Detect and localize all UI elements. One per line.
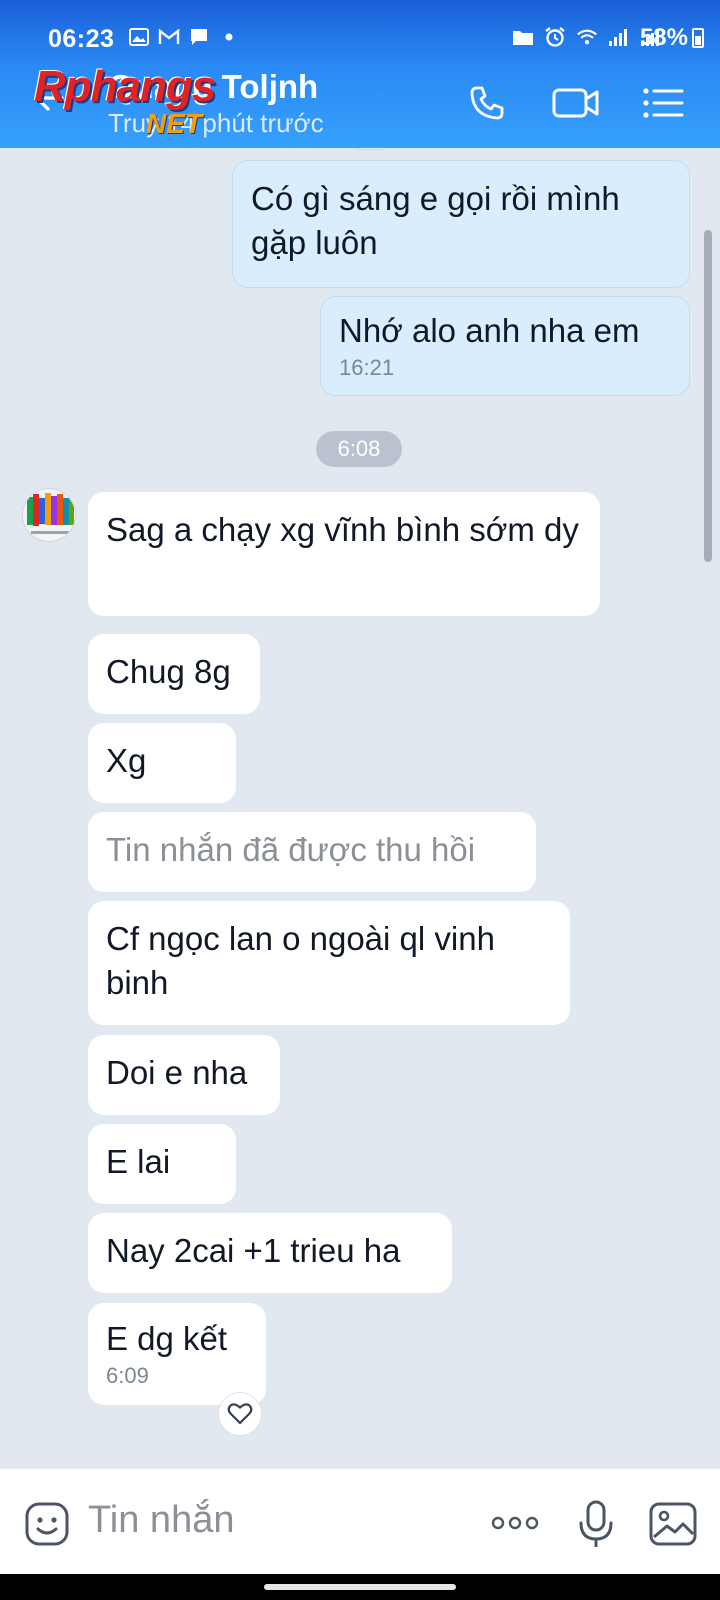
status-bar: 06:23 58%: [0, 0, 720, 58]
received-message[interactable]: E dg kết 6:09: [88, 1303, 266, 1405]
message-text: Có gì sáng e gọi rồi mình gặp luôn: [251, 180, 620, 261]
phone-icon[interactable]: [464, 80, 510, 126]
received-message[interactable]: E lai: [88, 1124, 236, 1204]
sent-message[interactable]: Có gì sáng e gọi rồi mình gặp luôn: [232, 160, 690, 288]
message-text: E dg kết: [106, 1320, 228, 1357]
video-camera-icon[interactable]: [550, 80, 602, 126]
microphone-icon[interactable]: [576, 1499, 616, 1549]
message-text: Chug 8g: [106, 653, 231, 690]
app-bar: Quang Toljnh Truy 14 phút trước Rphangs …: [0, 58, 720, 148]
watermark-logo-text: Rphangs: [34, 62, 216, 111]
received-message[interactable]: Nay 2cai +1 trieu ha: [88, 1213, 452, 1293]
message-text: Nay 2cai +1 trieu ha: [106, 1232, 401, 1269]
chat-header: 06:23 58% Quang Toljnh Truy 14 phút trướ…: [0, 0, 720, 148]
message-bubble-partial: [350, 148, 390, 150]
message-input-bar: Tin nhắn: [0, 1468, 720, 1574]
emoji-icon[interactable]: [24, 1501, 70, 1547]
home-handle[interactable]: [264, 1584, 456, 1590]
received-message[interactable]: Sag a chạy xg vĩnh bình sớm dy: [88, 492, 600, 616]
message-text: Xg: [106, 742, 147, 779]
avatar[interactable]: [22, 488, 76, 542]
received-message[interactable]: Cf ngọc lan o ngoài ql vinh binh: [88, 901, 570, 1025]
message-text: Nhớ alo anh nha em: [339, 312, 640, 349]
system-navigation-bar: [0, 1574, 720, 1600]
message-input[interactable]: Tin nhắn: [88, 1499, 234, 1542]
wifi-icon: [576, 26, 598, 48]
message-text: E lai: [106, 1143, 171, 1180]
alarm-icon: [544, 26, 566, 48]
received-message[interactable]: Xg: [88, 723, 236, 803]
received-message[interactable]: Doi e nha: [88, 1035, 280, 1115]
message-text: Cf ngọc lan o ngoài ql vinh binh: [106, 920, 495, 1001]
scrollbar[interactable]: [704, 230, 712, 562]
time-divider: 6:08: [316, 431, 402, 467]
heart-icon[interactable]: [218, 1392, 262, 1436]
gallery-notification-icon: [128, 26, 150, 48]
battery-icon: [692, 28, 704, 48]
message-list[interactable]: Có gì sáng e gọi rồi mình gặp luôn Nhớ a…: [0, 148, 720, 1468]
list-menu-icon[interactable]: [640, 80, 686, 126]
dot-icon: [218, 26, 240, 48]
battery-indicator: 58%: [640, 24, 704, 52]
image-icon[interactable]: [648, 1501, 698, 1547]
recalled-message[interactable]: Tin nhắn đã được thu hồi: [88, 812, 536, 892]
message-text: Tin nhắn đã được thu hồi: [106, 831, 476, 868]
status-time: 06:23: [48, 25, 115, 53]
watermark-logo: Rphangs NET: [34, 62, 264, 142]
message-text: Sag a chạy xg vĩnh bình sớm dy: [106, 511, 579, 548]
gmail-notification-icon: [158, 26, 180, 48]
sent-message[interactable]: Nhớ alo anh nha em 16:21: [320, 296, 690, 396]
more-dots-icon[interactable]: [490, 1513, 540, 1533]
message-text: Doi e nha: [106, 1054, 248, 1091]
notification-icons: [128, 26, 240, 48]
message-time: 6:09: [106, 1363, 149, 1388]
battery-level: 58%: [639, 24, 688, 51]
folder-icon: [512, 26, 534, 48]
signal-icon: [608, 26, 630, 48]
watermark-logo-net: NET: [146, 108, 202, 139]
received-message[interactable]: Chug 8g: [88, 634, 260, 714]
message-notification-icon: [188, 26, 210, 48]
message-time: 16:21: [339, 355, 395, 380]
